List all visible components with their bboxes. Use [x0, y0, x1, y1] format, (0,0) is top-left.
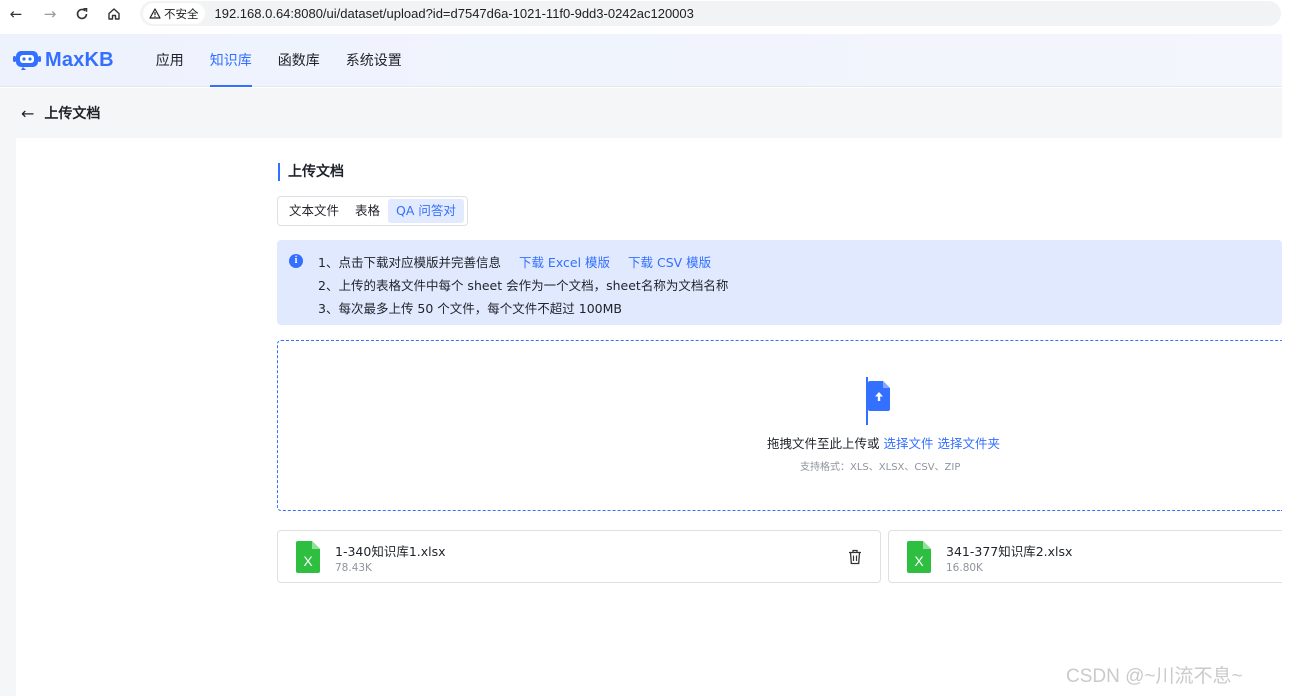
upload-file-icon	[868, 381, 890, 411]
security-label: 不安全	[164, 6, 199, 21]
select-folder-link[interactable]: 选择文件夹	[938, 436, 1001, 451]
home-icon[interactable]	[102, 2, 126, 26]
excel-file-icon: X	[907, 541, 931, 573]
delete-icon[interactable]	[848, 549, 862, 565]
security-indicator[interactable]: 不安全	[143, 3, 205, 24]
tab-qa-pairs[interactable]: QA 问答对	[388, 199, 464, 223]
supported-formats-hint: 支持格式：XLS、XLSX、CSV、ZIP	[800, 462, 961, 473]
nav-item-apps[interactable]: 应用	[156, 34, 184, 87]
warning-icon	[149, 8, 161, 19]
nav-item-settings[interactable]: 系统设置	[346, 34, 402, 87]
svg-text:X: X	[914, 553, 924, 569]
top-nav: 应用 知识库 函数库 系统设置	[156, 34, 428, 87]
excel-file-icon: X	[296, 541, 320, 573]
address-bar[interactable]: 不安全 192.168.0.64:8080/ui/dataset/upload?…	[140, 1, 1281, 26]
window-edge	[1282, 28, 1300, 696]
forward-arrow-icon[interactable]: →	[38, 2, 62, 26]
section-title: 上传文档	[278, 163, 344, 181]
info-alert: i 1、点击下载对应模版并完善信息 下载 Excel 模版 下载 CSV 模版 …	[277, 240, 1282, 325]
browser-toolbar: ← → 不安全 192.168.0.64:8080/ui/dataset/upl…	[0, 0, 1300, 28]
svg-text:X: X	[303, 553, 313, 569]
info-icon: i	[289, 254, 303, 268]
tab-text-file[interactable]: 文本文件	[281, 199, 347, 223]
reload-icon[interactable]	[70, 2, 94, 26]
app-header: MaxKB 应用 知识库 函数库 系统设置	[0, 34, 1282, 87]
download-excel-link[interactable]: 下载 Excel 模版	[519, 255, 610, 270]
upload-dropzone[interactable]: 拖拽文件至此上传或 选择文件 选择文件夹 支持格式：XLS、XLSX、CSV、Z…	[277, 340, 1282, 511]
tab-table[interactable]: 表格	[347, 199, 388, 223]
app-logo[interactable]: MaxKB	[13, 49, 114, 72]
alert-line-3: 3、每次最多上传 50 个文件，每个文件不超过 100MB	[318, 301, 622, 316]
alert-line-2: 2、上传的表格文件中每个 sheet 会作为一个文档，sheet名称为文档名称	[318, 278, 729, 293]
content-gutter	[0, 138, 16, 696]
nav-item-knowledge-base[interactable]: 知识库	[209, 34, 252, 87]
page-header: ← 上传文档	[0, 88, 1282, 138]
alert-line-1: 1、点击下载对应模版并完善信息 下载 Excel 模版 下载 CSV 模版	[318, 252, 711, 271]
watermark: CSDN @~川流不息~	[1066, 666, 1243, 687]
file-name: 341-377知识库2.xlsx	[946, 544, 1073, 559]
file-card: X 1-340知识库1.xlsx 78.43K	[277, 530, 881, 583]
download-csv-link[interactable]: 下载 CSV 模版	[628, 255, 711, 270]
file-type-tabs: 文本文件 表格 QA 问答对	[277, 196, 468, 226]
dropzone-text: 拖拽文件至此上传或 选择文件 选择文件夹	[767, 433, 1000, 452]
nav-item-functions[interactable]: 函数库	[278, 34, 320, 87]
back-icon[interactable]: ←	[21, 104, 34, 123]
file-name: 1-340知识库1.xlsx	[335, 544, 446, 559]
url-text[interactable]: 192.168.0.64:8080/ui/dataset/upload?id=d…	[215, 6, 694, 21]
select-file-link[interactable]: 选择文件	[884, 436, 934, 451]
back-arrow-icon[interactable]: ←	[4, 2, 28, 26]
file-size: 78.43K	[335, 562, 372, 574]
file-card: X 341-377知识库2.xlsx 16.80K	[888, 530, 1282, 583]
logo-text: MaxKB	[45, 48, 114, 71]
dropzone-prefix: 拖拽文件至此上传或	[767, 436, 880, 451]
alert-line-1-text: 1、点击下载对应模版并完善信息	[318, 255, 501, 270]
maxkb-logo-icon	[13, 51, 41, 70]
file-size: 16.80K	[946, 562, 983, 574]
page-title: 上传文档	[44, 106, 101, 122]
